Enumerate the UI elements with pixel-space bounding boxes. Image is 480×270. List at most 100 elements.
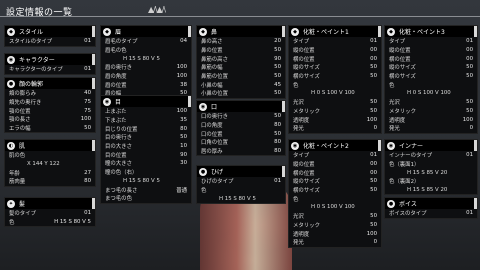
setting-row[interactable]: 縦の位置 00 — [385, 46, 477, 55]
setting-row[interactable]: 光沢 50 — [385, 98, 477, 107]
setting-row[interactable]: 鼻の高さ 20 — [197, 37, 285, 46]
setting-row[interactable]: ボイスのタイプ 01 — [385, 209, 477, 218]
setting-row[interactable]: 髪のタイプ 01 — [5, 209, 95, 218]
setting-row[interactable]: H 15 S 85 V 20 — [385, 168, 477, 177]
section-header[interactable]: ● ボイス — [385, 198, 477, 209]
setting-row[interactable]: タイプ 01 — [289, 37, 381, 46]
setting-row[interactable]: エラの幅 50 — [5, 124, 95, 133]
setting-row[interactable]: スタイルのタイプ 01 — [5, 37, 95, 46]
section-header[interactable]: ◉ 口 — [197, 101, 285, 112]
setting-row[interactable]: キャラクターのタイプ 01 — [5, 65, 95, 74]
setting-row[interactable]: 上まぶた 100 — [101, 107, 191, 116]
section-header[interactable]: ◉ 目 — [101, 96, 191, 107]
setting-row[interactable]: 色（裏面1） — [385, 160, 477, 169]
setting-row[interactable]: 頬の膨らみ 40 — [5, 89, 95, 98]
setting-row[interactable]: 色 — [289, 194, 381, 203]
setting-row[interactable]: 横の位置 00 — [289, 54, 381, 63]
setting-row[interactable]: 口の奥行き 50 — [197, 112, 285, 121]
setting-row[interactable]: 頬先の奥行き 75 — [5, 98, 95, 107]
setting-row[interactable]: 色 — [289, 80, 381, 89]
setting-row[interactable]: 色（裏面2） — [385, 177, 477, 186]
setting-row[interactable]: 目じりの位置 80 — [101, 124, 191, 133]
setting-row[interactable]: ひげのタイプ 01 — [197, 177, 285, 186]
setting-row[interactable]: メタリック 50 — [289, 107, 381, 116]
section-header[interactable]: ◆ 鼻 — [197, 26, 285, 37]
setting-row[interactable]: 顎の長さ 100 — [5, 115, 95, 124]
setting-row[interactable]: 下まぶた 35 — [101, 116, 191, 125]
setting-row[interactable]: 色 — [197, 186, 285, 195]
setting-row[interactable]: 眉の奥行き 100 — [101, 63, 191, 72]
setting-row[interactable]: まつ毛の長さ 普通 — [101, 185, 191, 194]
section-header[interactable]: ◐ 肌 — [5, 140, 95, 151]
setting-row[interactable]: 小鼻の幅 45 — [197, 80, 285, 89]
setting-row[interactable]: 鼻の位置 50 — [197, 46, 285, 55]
setting-row[interactable]: 肌の色 — [5, 151, 95, 160]
setting-row[interactable]: 小鼻の位置 50 — [197, 89, 285, 98]
setting-row[interactable]: 色 — [385, 80, 477, 89]
setting-row[interactable]: 透明度 100 — [385, 115, 477, 124]
setting-row[interactable]: 光沢 50 — [289, 98, 381, 107]
setting-row[interactable]: 縦の位置 00 — [289, 160, 381, 169]
setting-row[interactable]: H 15 S 80 V 5 — [101, 177, 191, 186]
setting-row[interactable]: 目の奥行き 50 — [101, 133, 191, 142]
setting-row[interactable]: 横の位置 00 — [385, 54, 477, 63]
setting-row[interactable]: 横の位置 00 — [289, 168, 381, 177]
setting-row[interactable]: 透明度 100 — [289, 229, 381, 238]
setting-row[interactable]: まつ毛の色 — [101, 194, 191, 203]
setting-row[interactable]: タイプ 01 — [385, 37, 477, 46]
setting-row[interactable]: H 15 S 80 V 5 — [101, 54, 191, 63]
setting-row[interactable]: メタリック 50 — [289, 221, 381, 230]
setting-row[interactable]: 鼻筋の幅 50 — [197, 63, 285, 72]
setting-row[interactable]: 口の位置 50 — [197, 129, 285, 138]
setting-row[interactable]: X 144 Y 122 — [5, 160, 95, 169]
section-header[interactable]: ◉ 化粧・ペイント2 — [289, 140, 381, 151]
setting-row[interactable]: 唇の厚み 80 — [197, 147, 285, 156]
setting-row[interactable]: H 0 S 100 V 100 — [289, 203, 381, 212]
setting-row[interactable]: 鼻筋の位置 50 — [197, 72, 285, 81]
setting-row[interactable]: H 15 S 80 V 5 — [197, 194, 285, 203]
setting-row[interactable]: 発光 0 — [289, 238, 381, 247]
setting-row[interactable]: 縦のサイズ 50 — [385, 63, 477, 72]
setting-row[interactable]: H 0 S 100 V 100 — [289, 89, 381, 98]
setting-row[interactable]: 筋肉量 80 — [5, 177, 95, 186]
setting-row[interactable]: 口の角度 80 — [197, 121, 285, 130]
section-header[interactable]: ◉ インナー — [385, 140, 477, 151]
setting-row[interactable]: 眉毛の色 — [101, 46, 191, 55]
setting-row[interactable]: 透明度 100 — [289, 115, 381, 124]
section-header[interactable]: ◉ キャラクター — [5, 54, 95, 65]
setting-row[interactable]: 発光 0 — [289, 124, 381, 133]
setting-row[interactable]: メタリック 50 — [385, 107, 477, 116]
setting-row[interactable]: 瞳の色（右） — [101, 168, 191, 177]
section-header[interactable]: ◆ 化粧・ペイント3 — [385, 26, 477, 37]
setting-row[interactable]: 顎の位置 75 — [5, 106, 95, 115]
section-header[interactable]: ● ひげ — [197, 166, 285, 177]
setting-row[interactable]: インナーのタイプ 01 — [385, 151, 477, 160]
section-header[interactable]: ✦ 髪 — [5, 198, 95, 209]
section-header[interactable]: ◆ 眉 — [101, 26, 191, 37]
setting-row[interactable]: 眉毛のタイプ 04 — [101, 37, 191, 46]
setting-row[interactable]: 鼻筋の高さ 90 — [197, 54, 285, 63]
setting-row[interactable]: H 15 S 85 V 20 — [385, 186, 477, 195]
section-header[interactable]: ◆ 化粧・ペイント1 — [289, 26, 381, 37]
setting-row[interactable]: 縦のサイズ 50 — [289, 177, 381, 186]
setting-row[interactable]: 縦のサイズ 50 — [289, 63, 381, 72]
setting-row[interactable]: 目の大きさ 10 — [101, 142, 191, 151]
setting-row[interactable]: 縦の位置 00 — [289, 46, 381, 55]
setting-row[interactable]: タイプ 01 — [289, 151, 381, 160]
setting-row[interactable]: 光沢 50 — [289, 212, 381, 221]
setting-row[interactable]: 口角の位置 80 — [197, 138, 285, 147]
section-header[interactable]: ◆ スタイル — [5, 26, 95, 37]
setting-row[interactable]: 眉の位置 38 — [101, 80, 191, 89]
setting-row[interactable]: 発光 0 — [385, 124, 477, 133]
setting-row[interactable]: 目の位置 90 — [101, 150, 191, 159]
setting-row[interactable]: 横のサイズ 50 — [289, 72, 381, 81]
setting-row[interactable]: 横のサイズ 50 — [385, 72, 477, 81]
section-header[interactable]: ● 顔の輪郭 — [5, 78, 95, 89]
setting-row[interactable]: 眉の角度 100 — [101, 72, 191, 81]
setting-row[interactable]: H 0 S 100 V 100 — [385, 89, 477, 98]
setting-row[interactable]: 年齢 27 — [5, 168, 95, 177]
setting-value: 100 — [176, 64, 187, 71]
setting-row[interactable]: 横のサイズ 50 — [289, 186, 381, 195]
setting-row[interactable]: 瞳の大きさ 30 — [101, 159, 191, 168]
setting-row[interactable]: 色 H 15 S 80 V 5 — [5, 218, 95, 227]
